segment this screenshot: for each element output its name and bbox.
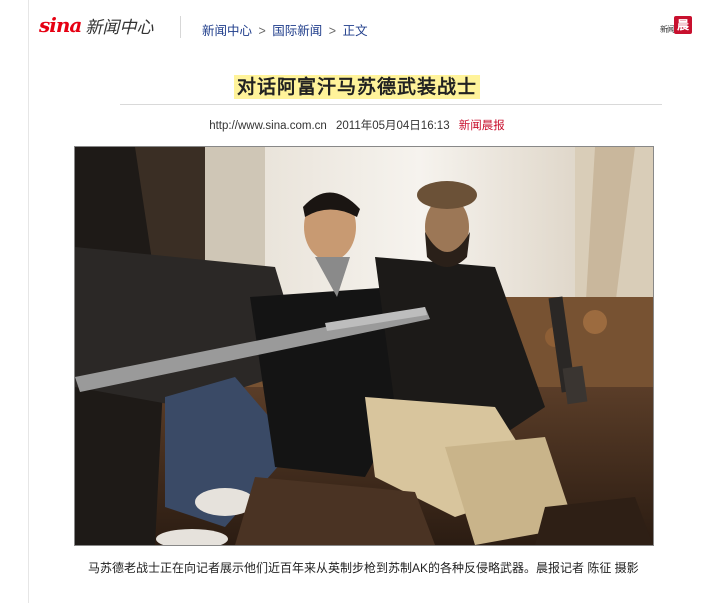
breadcrumb-current[interactable]: 正文 <box>343 24 368 38</box>
article-photo[interactable] <box>74 146 654 546</box>
sina-logo[interactable]: sina 新闻中心 <box>39 13 154 38</box>
breadcrumb-separator: > <box>328 24 337 38</box>
source-link[interactable]: 新闻晨报 <box>459 120 505 132</box>
morning-news-badge[interactable]: 新闻 晨 <box>660 14 696 36</box>
breadcrumb-news-center[interactable]: 新闻中心 <box>202 24 252 38</box>
photo-image <box>75 147 653 545</box>
badge-text: 新闻 <box>660 25 675 34</box>
breadcrumb-international[interactable]: 国际新闻 <box>272 24 322 38</box>
article-meta: http://www.sina.com.cn 2011年05月04日16:13 … <box>0 117 714 133</box>
article-title: 对话阿富汗马苏德武装战士 <box>0 72 714 99</box>
breadcrumb: 新闻中心 > 国际新闻 > 正文 <box>202 20 368 39</box>
publish-datetime: 2011年05月04日16:13 <box>336 120 450 132</box>
title-divider <box>120 104 662 105</box>
site-url[interactable]: http://www.sina.com.cn <box>209 120 327 132</box>
photo-caption: 马苏德老战士正在向记者展示他们近百年来从英制步枪到苏制AK的各种反侵略武器。晨报… <box>88 561 639 575</box>
article-title-text: 对话阿富汗马苏德武装战士 <box>233 75 480 99</box>
breadcrumb-separator: > <box>258 24 266 38</box>
header-divider <box>180 16 181 38</box>
badge-char: 晨 <box>674 16 692 34</box>
news-center-label: 新闻中心 <box>85 17 154 38</box>
sina-logo-text: sina <box>39 13 82 37</box>
header: sina 新闻中心 新闻中心 > 国际新闻 > 正文 新闻 晨 <box>0 0 714 52</box>
